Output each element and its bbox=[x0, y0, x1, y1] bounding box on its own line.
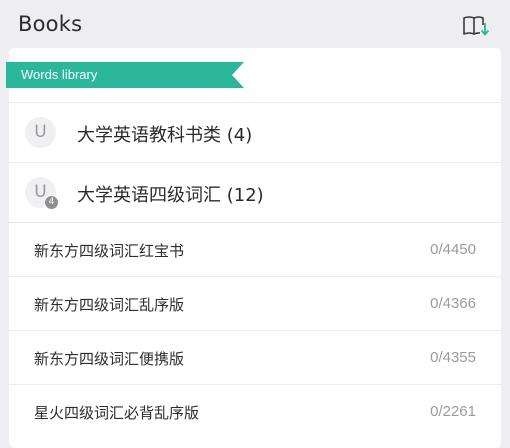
category-badge: 4 bbox=[44, 195, 59, 210]
book-progress: 0/4355 bbox=[430, 349, 476, 366]
book-progress: 0/4366 bbox=[430, 295, 476, 312]
category-title: 大学英语四级词汇 (12) bbox=[77, 185, 264, 206]
page-title: Books bbox=[18, 12, 83, 36]
book-row[interactable]: 新东方四级词汇乱序版 0/4366 bbox=[9, 276, 501, 330]
header-bar: Books bbox=[0, 0, 510, 50]
book-row[interactable]: 新东方四级词汇便携版 0/4355 bbox=[9, 330, 501, 384]
category-title: 大学英语教科书类 (4) bbox=[77, 125, 253, 146]
book-row[interactable]: 星火四级词汇必背乱序版 0/2261 bbox=[9, 384, 501, 438]
book-list: 新东方四级词汇红宝书 0/4450 新东方四级词汇乱序版 0/4366 新东方四… bbox=[9, 222, 501, 438]
book-progress: 0/4450 bbox=[430, 241, 476, 258]
section-ribbon: Words library bbox=[6, 62, 244, 88]
avatar-letter: U bbox=[34, 122, 47, 142]
book-download-icon[interactable] bbox=[462, 14, 490, 38]
book-row[interactable]: 新东方四级词汇红宝书 0/4450 bbox=[9, 222, 501, 276]
book-progress: 0/2261 bbox=[430, 403, 476, 420]
category-row[interactable]: U 大学英语教科书类 (4) bbox=[9, 102, 501, 162]
section-label: Words library bbox=[21, 67, 98, 82]
book-name: 新东方四级词汇乱序版 bbox=[34, 296, 185, 314]
book-name: 新东方四级词汇便携版 bbox=[34, 350, 185, 368]
book-name: 新东方四级词汇红宝书 bbox=[34, 242, 185, 260]
book-name: 星火四级词汇必背乱序版 bbox=[34, 404, 200, 422]
category-avatar: U 4 bbox=[25, 177, 59, 210]
category-avatar: U bbox=[25, 117, 56, 148]
category-row[interactable]: U 4 大学英语四级词汇 (12) bbox=[9, 162, 501, 222]
